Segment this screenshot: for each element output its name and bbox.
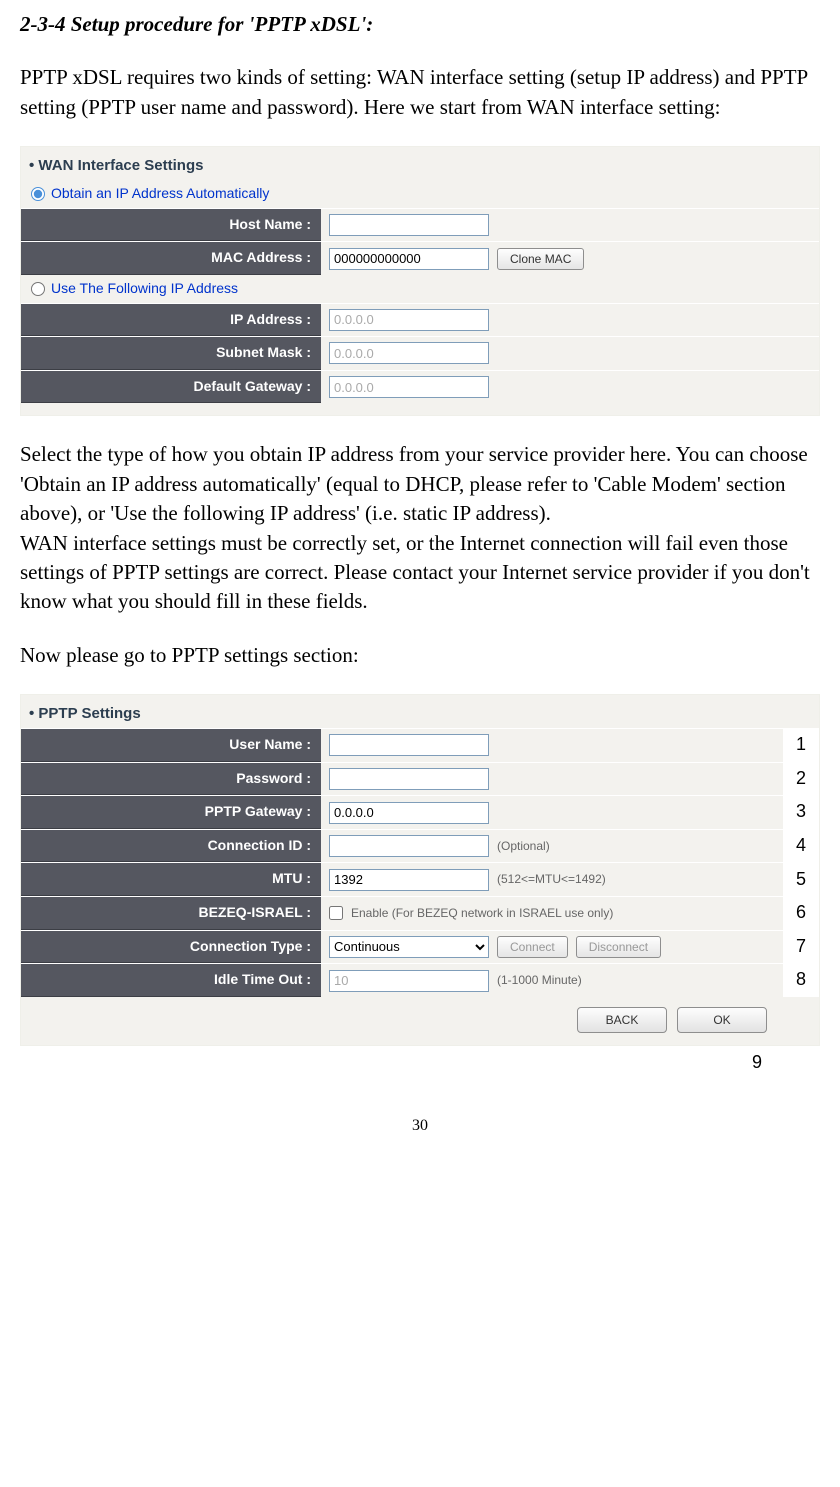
bezeq-label: BEZEQ-ISRAEL : <box>21 897 321 930</box>
connection-type-select[interactable]: Continuous <box>329 936 489 958</box>
radio-use-static[interactable]: Use The Following IP Address <box>21 275 819 303</box>
mac-address-input[interactable] <box>329 248 489 270</box>
ip-address-input[interactable] <box>329 309 489 331</box>
radio-obtain-auto-input[interactable] <box>31 187 45 201</box>
subnet-mask-input[interactable] <box>329 342 489 364</box>
pptp-gateway-input[interactable] <box>329 802 489 824</box>
pptp-gateway-label: PPTP Gateway : <box>21 796 321 829</box>
bezeq-hint: Enable (For BEZEQ network in ISRAEL use … <box>351 905 613 922</box>
ok-button[interactable]: OK <box>677 1007 767 1033</box>
wan-settings-panel: WAN Interface Settings Obtain an IP Addr… <box>20 146 820 416</box>
idle-timeout-input[interactable] <box>329 970 489 992</box>
section-heading: 2-3-4 Setup procedure for 'PPTP xDSL': <box>20 10 820 39</box>
radio-use-static-label: Use The Following IP Address <box>51 279 238 299</box>
annotation-5: 5 <box>783 862 819 896</box>
idle-timeout-label: Idle Time Out : <box>21 964 321 997</box>
mid-paragraph-2: WAN interface settings must be correctly… <box>20 529 820 617</box>
user-name-label: User Name : <box>21 729 321 762</box>
annotation-4: 4 <box>783 829 819 863</box>
connect-button[interactable]: Connect <box>497 936 568 958</box>
back-button[interactable]: BACK <box>577 1007 667 1033</box>
mtu-hint: (512<=MTU<=1492) <box>497 871 606 888</box>
idle-hint: (1-1000 Minute) <box>497 972 582 989</box>
mac-address-label: MAC Address : <box>21 242 321 275</box>
annotation-9: 9 <box>20 1050 820 1075</box>
annotation-8: 8 <box>783 963 819 997</box>
bezeq-checkbox[interactable] <box>329 906 343 920</box>
clone-mac-button[interactable]: Clone MAC <box>497 248 584 270</box>
disconnect-button[interactable]: Disconnect <box>576 936 661 958</box>
connection-id-label: Connection ID : <box>21 830 321 863</box>
radio-obtain-auto[interactable]: Obtain an IP Address Automatically <box>21 180 819 208</box>
radio-use-static-input[interactable] <box>31 282 45 296</box>
connection-type-label: Connection Type : <box>21 931 321 964</box>
default-gateway-input[interactable] <box>329 376 489 398</box>
pptp-panel-title: PPTP Settings <box>21 699 819 728</box>
mtu-label: MTU : <box>21 863 321 896</box>
wan-panel-title: WAN Interface Settings <box>21 151 819 180</box>
mid-paragraph-3: Now please go to PPTP settings section: <box>20 641 820 670</box>
default-gateway-label: Default Gateway : <box>21 371 321 404</box>
annotation-1: 1 <box>783 728 819 762</box>
connection-id-input[interactable] <box>329 835 489 857</box>
subnet-mask-label: Subnet Mask : <box>21 337 321 370</box>
ip-address-label: IP Address : <box>21 304 321 337</box>
password-input[interactable] <box>329 768 489 790</box>
connid-hint: (Optional) <box>497 838 550 855</box>
annotation-2: 2 <box>783 762 819 796</box>
mtu-input[interactable] <box>329 869 489 891</box>
host-name-input[interactable] <box>329 214 489 236</box>
user-name-input[interactable] <box>329 734 489 756</box>
pptp-settings-panel: PPTP Settings User Name : 1 Password : 2… <box>20 694 820 1046</box>
annotation-6: 6 <box>783 896 819 930</box>
host-name-label: Host Name : <box>21 209 321 242</box>
annotation-3: 3 <box>783 795 819 829</box>
mid-paragraph-1: Select the type of how you obtain IP add… <box>20 440 820 528</box>
annotation-7: 7 <box>783 930 819 964</box>
intro-paragraph: PPTP xDSL requires two kinds of setting:… <box>20 63 820 122</box>
page-number: 30 <box>20 1115 820 1137</box>
password-label: Password : <box>21 763 321 796</box>
radio-obtain-auto-label: Obtain an IP Address Automatically <box>51 184 269 204</box>
